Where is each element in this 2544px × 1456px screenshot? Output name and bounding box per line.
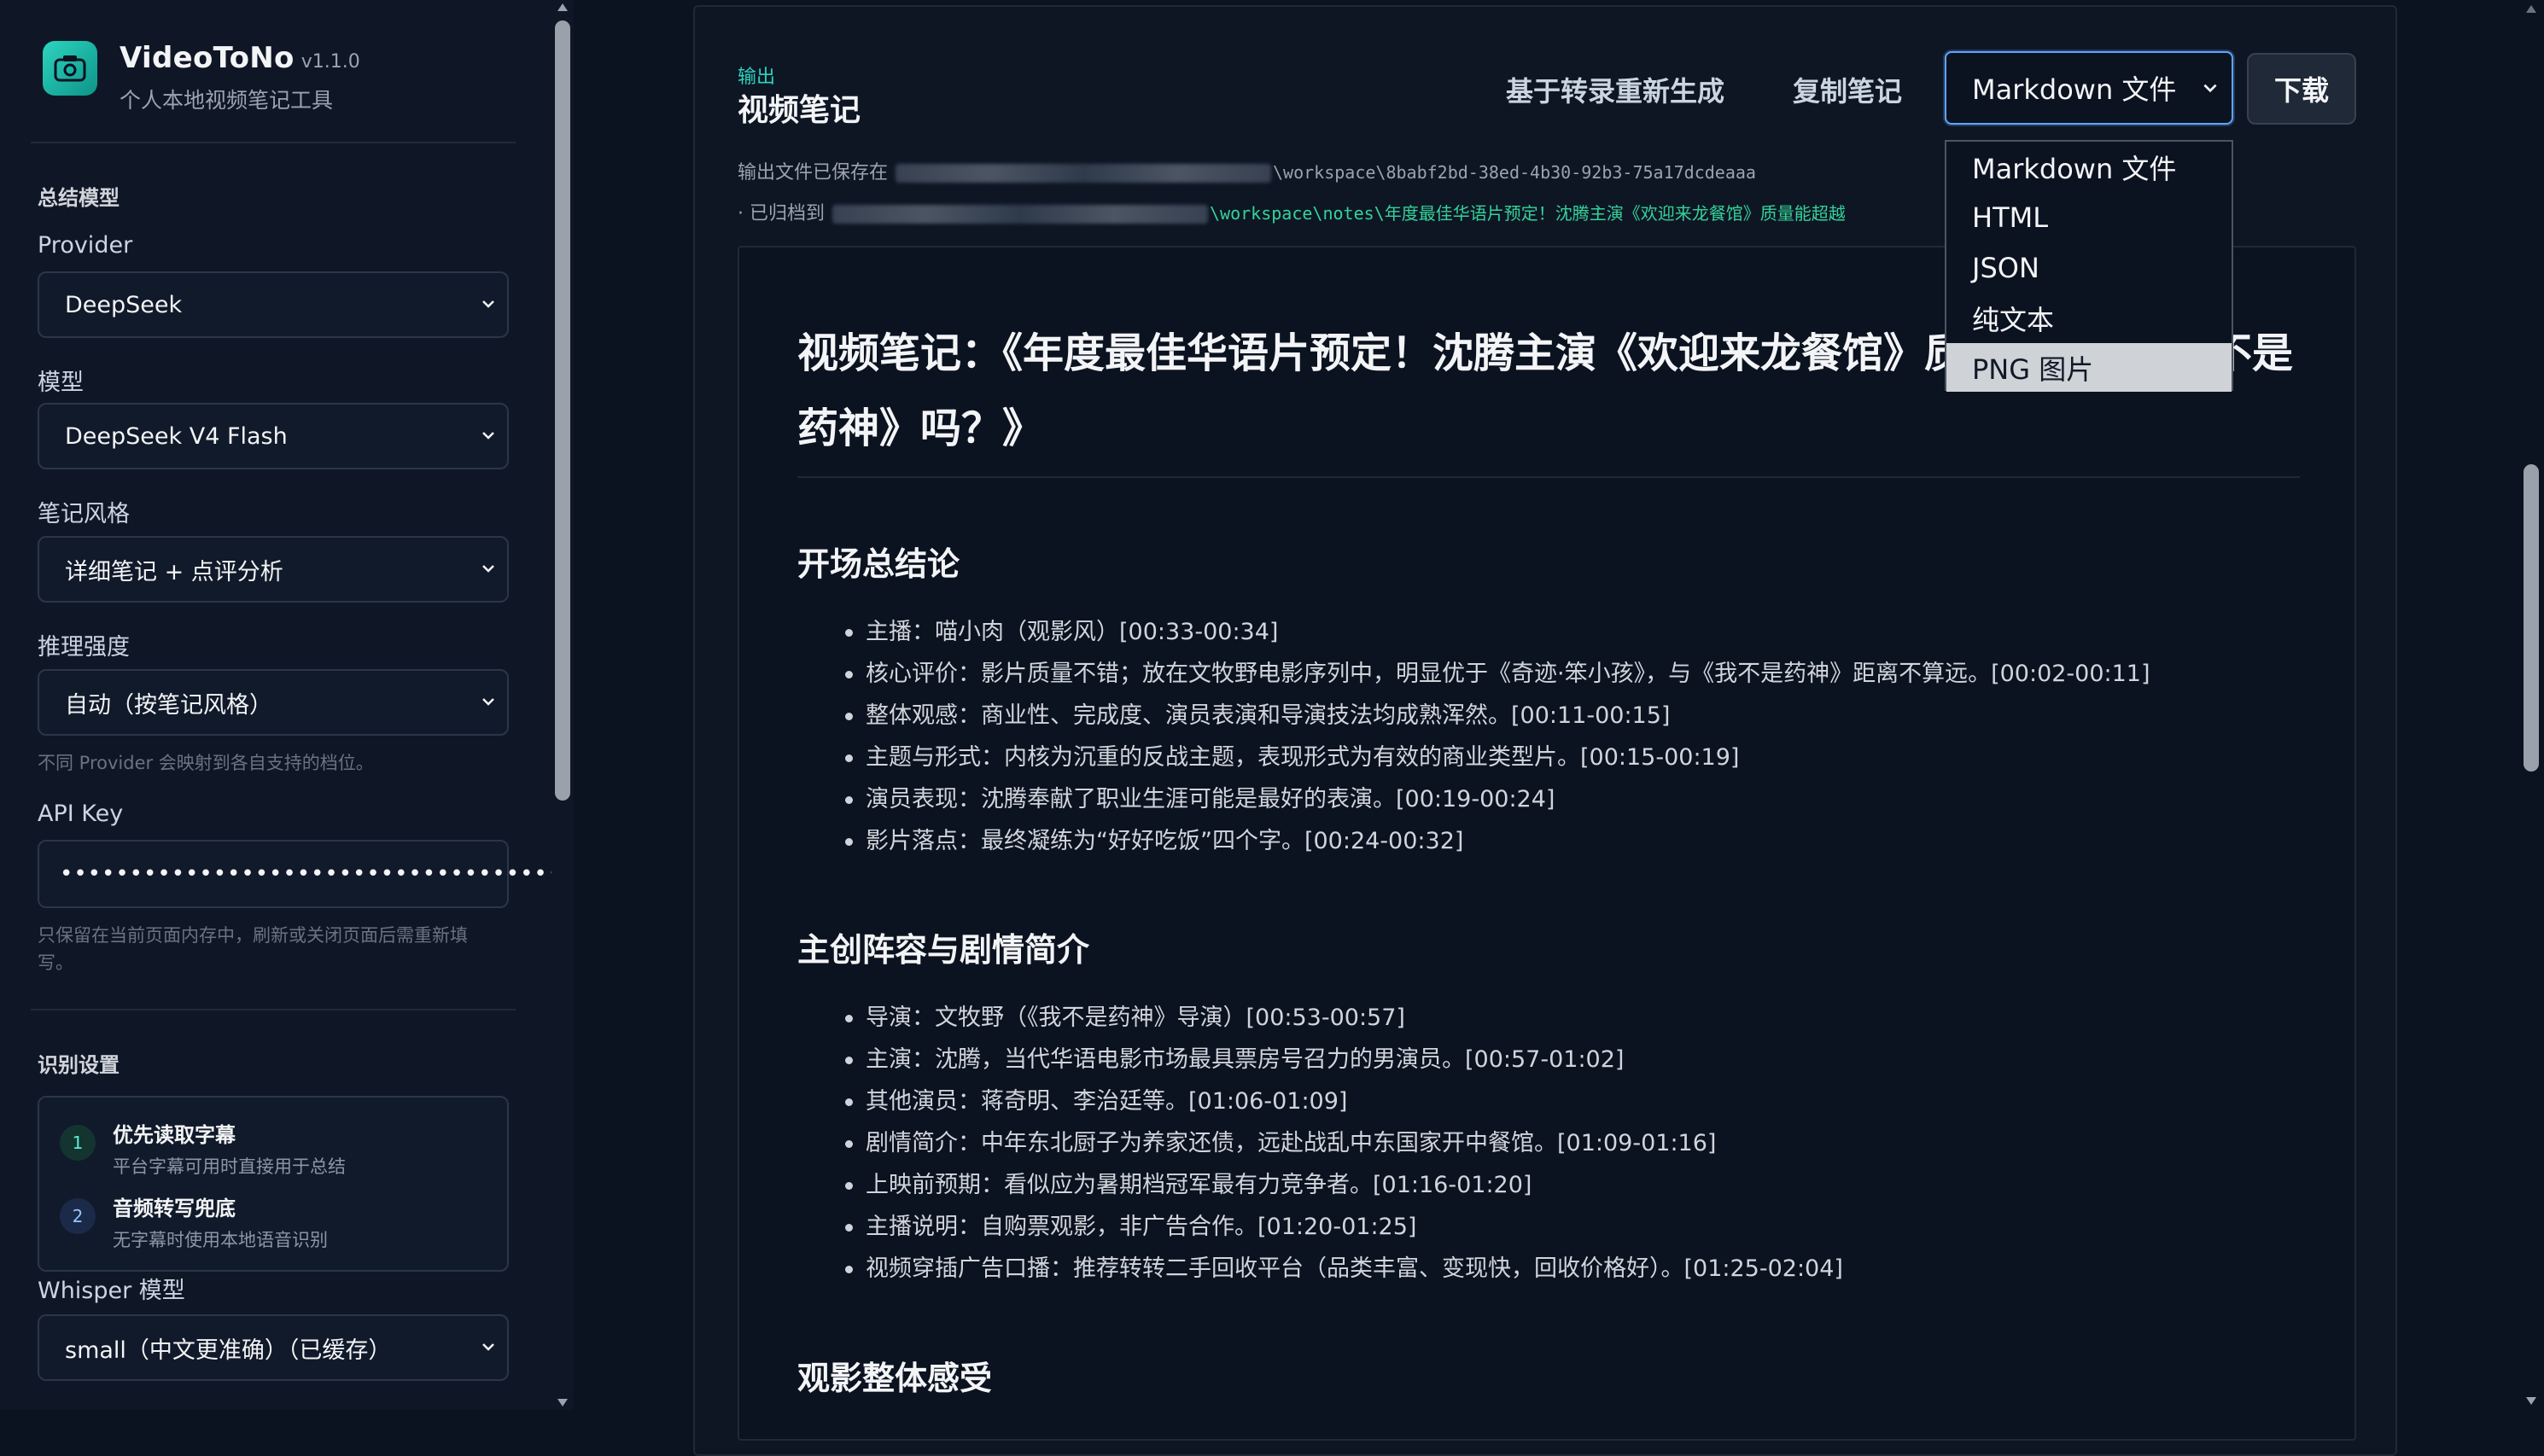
format-select[interactable]: Markdown 文件 <box>1945 51 2233 125</box>
note-section-list: 主播：喵小肉（观影风）[00:33-00:34] 核心评价：影片质量不错；放在文… <box>797 611 2334 862</box>
step-number: 1 <box>60 1125 96 1161</box>
reasoning-value: 自动（按笔记风格） <box>65 691 272 719</box>
apikey-label: API Key <box>38 801 124 827</box>
step-item: 2 音频转写兜底 无字幕时使用本地语音识别 <box>60 1191 328 1252</box>
model-label: 模型 <box>38 370 84 396</box>
note-style-value: 详细笔记 + 点评分析 <box>65 558 283 585</box>
reasoning-hint: 不同 Provider 会映射到各自支持的档位。 <box>38 753 374 773</box>
redacted-path <box>832 205 1208 224</box>
note-preview: 视频笔记：《年度最佳华语片预定！沈腾主演《欢迎来龙餐馆》质量能超越《我不是药神》… <box>738 246 2356 1441</box>
note-section-heading: 观影整体感受 <box>797 1360 993 1397</box>
step-desc: 平台字幕可用时直接用于总结 <box>113 1156 346 1177</box>
format-select-value: Markdown 文件 <box>1972 73 2177 106</box>
output-card: 输出 视频笔记 基于转录重新生成 复制笔记 Markdown 文件 下载 输出文… <box>693 5 2397 1456</box>
recognition-steps: 1 优先读取字幕 平台字幕可用时直接用于总结 2 音频转写兜底 无字幕时使用本地… <box>38 1096 509 1272</box>
format-option-highlighted[interactable]: PNG 图片 <box>1946 343 2232 392</box>
style-label: 笔记风格 <box>38 501 130 527</box>
brand: VideoToNo v1.1.0 个人本地视频笔记工具 <box>43 41 360 114</box>
reasoning-select[interactable]: 自动（按笔记风格） <box>38 669 509 736</box>
sidebar: VideoToNo v1.1.0 个人本地视频笔记工具 总结模型 Provider… <box>0 0 561 1410</box>
format-option[interactable]: HTML <box>1946 192 2232 242</box>
scroll-up-icon[interactable] <box>557 3 568 11</box>
reasoning-label: 推理强度 <box>38 634 130 661</box>
chevron-down-icon <box>482 565 494 573</box>
step-desc: 无字幕时使用本地语音识别 <box>113 1230 328 1250</box>
main-panel: 输出 视频笔记 基于转录重新生成 复制笔记 Markdown 文件 下载 输出文… <box>574 0 2518 1456</box>
list-item: 主播说明：自购票观影，非广告合作。[01:20-01:25] <box>797 1206 2334 1248</box>
note-section-heading: 主创阵容与剧情简介 <box>797 931 1090 969</box>
main-scrollbar[interactable] <box>2518 0 2544 1410</box>
format-dropdown: Markdown 文件 HTML JSON 纯文本 PNG 图片 <box>1945 140 2233 392</box>
provider-label: Provider <box>38 232 133 259</box>
download-button[interactable]: 下载 <box>2247 53 2356 125</box>
note-section-list: 导演：文牧野（《我不是药神》导演）[00:53-00:57] 主演：沈腾，当代华… <box>797 997 2334 1290</box>
chevron-down-icon <box>482 432 494 440</box>
archived-path-line: · 已归档到 \workspace\notes\年度最佳华语片预定！沈腾主演《欢… <box>738 198 1846 225</box>
list-item: 视频穿插广告口播：推荐转转二手回收平台（品类丰富、变现快，回收价格好）。[01:… <box>797 1248 2334 1290</box>
note-section-heading: 开场总结论 <box>797 545 960 583</box>
format-option[interactable]: JSON <box>1946 242 2232 293</box>
sidebar-divider <box>31 1009 516 1010</box>
saved-path: \workspace\8babf2bd-38ed-4b30-92b3-75a17… <box>1273 162 1756 183</box>
chevron-down-icon <box>482 1343 494 1351</box>
whisper-value: small（中文更准确）（已缓存） <box>65 1337 392 1364</box>
apikey-input[interactable]: •••••••••••••••••••••••••••••••••••• <box>38 840 561 908</box>
copy-note-button[interactable]: 复制笔记 <box>1793 70 1902 109</box>
whisper-label: Whisper 模型 <box>38 1278 185 1304</box>
app-subtitle: 个人本地视频笔记工具 <box>120 88 334 113</box>
archived-prefix: · 已归档到 <box>738 203 825 224</box>
main-scroll-thumb[interactable] <box>2524 464 2539 772</box>
list-item: 上映前预期：看似应为暑期档冠军最有力竞争者。[01:16-01:20] <box>797 1164 2334 1206</box>
summary-section-title: 总结模型 <box>38 186 120 210</box>
sidebar-scrollbar[interactable] <box>551 0 574 1410</box>
apikey-hint: 只保留在当前页面内存中，刷新或关闭页面后需重新填写。 <box>38 925 468 973</box>
list-item: 导演：文牧野（《我不是药神》导演）[00:53-00:57] <box>797 997 2334 1039</box>
step-title: 优先读取字幕 <box>113 1123 236 1147</box>
app-name: VideoToNo <box>120 41 295 75</box>
whisper-select[interactable]: small（中文更准确）（已缓存） <box>38 1314 509 1381</box>
list-item: 主题与形式：内核为沉重的反战主题，表现形式为有效的商业类型片。[00:15-00… <box>797 737 2334 778</box>
regenerate-button[interactable]: 基于转录重新生成 <box>1506 70 1724 109</box>
redacted-path <box>896 164 1272 183</box>
scroll-down-icon[interactable] <box>2526 1397 2536 1405</box>
step-item: 1 优先读取字幕 平台字幕可用时直接用于总结 <box>60 1118 346 1179</box>
list-item: 主演：沈腾，当代华语电影市场最具票房号召力的男演员。[00:57-01:02] <box>797 1039 2334 1080</box>
step-number: 2 <box>60 1198 96 1234</box>
chevron-down-icon <box>482 300 494 308</box>
step-title: 音频转写兜底 <box>113 1197 236 1220</box>
provider-value: DeepSeek <box>65 291 183 318</box>
model-value: DeepSeek V4 Flash <box>65 422 288 450</box>
list-item: 剧情简介：中年东北厨子为养家还债，远赴战乱中东国家开中餐馆。[01:09-01:… <box>797 1122 2334 1164</box>
recognition-section-title: 识别设置 <box>38 1053 120 1077</box>
saved-prefix: 输出文件已保存在 <box>738 162 889 183</box>
model-select[interactable]: DeepSeek V4 Flash <box>38 403 509 469</box>
app-version: v1.1.0 <box>300 51 360 73</box>
sidebar-divider <box>31 142 516 143</box>
list-item: 主播：喵小肉（观影风）[00:33-00:34] <box>797 611 2334 653</box>
note-style-select[interactable]: 详细笔记 + 点评分析 <box>38 536 509 603</box>
list-item: 整体观感：商业性、完成度、演员表演和导演技法均成熟浑然。[00:11-00:15… <box>797 695 2334 737</box>
archived-path: \workspace\notes\年度最佳华语片预定！沈腾主演《欢迎来龙餐馆》质… <box>1210 203 1846 224</box>
list-item: 核心评价：影片质量不错；放在文牧野电影序列中，明显优于《奇迹·笨小孩》，与《我不… <box>797 653 2334 695</box>
sidebar-scroll-thumb[interactable] <box>555 20 570 801</box>
scroll-down-icon[interactable] <box>557 1399 568 1406</box>
list-item: 影片落点：最终凝练为“好好吃饭”四个字。[00:24-00:32] <box>797 820 2334 862</box>
list-item: 演员表现：沈腾奉献了职业生涯可能是最好的表演。[00:19-00:24] <box>797 778 2334 820</box>
note-divider <box>797 476 2300 478</box>
list-item: 其他演员：蒋奇明、李治廷等。[01:06-01:09] <box>797 1080 2334 1122</box>
chevron-down-icon <box>482 698 494 706</box>
app-logo-icon <box>43 41 97 96</box>
output-title: 视频笔记 <box>738 93 861 128</box>
scroll-up-icon[interactable] <box>2526 5 2536 13</box>
provider-select[interactable]: DeepSeek <box>38 271 509 338</box>
chevron-down-icon <box>2203 84 2217 93</box>
format-option[interactable]: Markdown 文件 <box>1946 142 2232 192</box>
saved-path-line: 输出文件已保存在 \workspace\8babf2bd-38ed-4b30-9… <box>738 157 1756 184</box>
format-option[interactable]: 纯文本 <box>1946 293 2232 343</box>
